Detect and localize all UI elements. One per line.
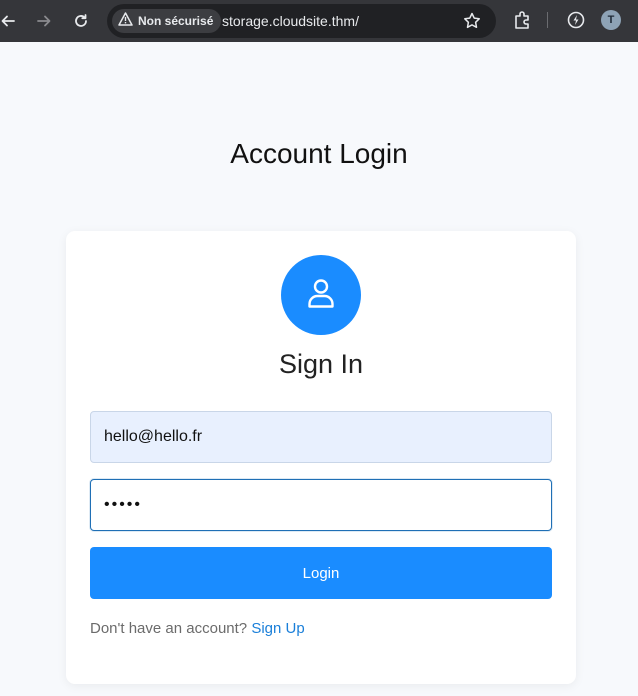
forward-button[interactable] [32, 9, 56, 33]
password-field[interactable] [90, 479, 552, 531]
reload-button[interactable] [69, 9, 93, 33]
back-button[interactable] [0, 9, 20, 33]
signup-prompt-line: Don't have an account? Sign Up [90, 620, 305, 637]
warning-triangle-icon [118, 11, 133, 31]
email-field[interactable] [90, 411, 552, 463]
bookmark-star-icon[interactable] [462, 11, 482, 31]
login-card: Sign In Login Don't have an account? Sig… [66, 231, 576, 684]
reload-icon [73, 13, 89, 29]
address-bar[interactable]: Non sécurisé storage.cloudsite.thm/ [107, 4, 496, 38]
profile-avatar[interactable]: T [601, 10, 621, 30]
signup-link[interactable]: Sign Up [251, 620, 304, 637]
url-text[interactable]: storage.cloudsite.thm/ [222, 4, 359, 38]
arrow-right-icon [36, 13, 52, 29]
arrow-left-icon [0, 13, 16, 29]
sign-in-heading: Sign In [278, 349, 364, 379]
security-label: Non sécurisé [138, 14, 214, 28]
user-icon [306, 277, 336, 314]
browser-toolbar: Non sécurisé storage.cloudsite.thm/ T [0, 0, 638, 42]
page-title: Account Login [230, 138, 408, 169]
login-button[interactable]: Login [90, 547, 552, 599]
toolbar-divider [547, 12, 548, 28]
performance-icon[interactable] [565, 9, 587, 31]
puzzle-icon[interactable] [512, 9, 534, 31]
signup-prompt: Don't have an account? [90, 620, 248, 637]
avatar [281, 255, 361, 335]
page-body: Account Login Sign In Login Don't have a… [0, 42, 638, 696]
security-indicator[interactable]: Non sécurisé [112, 9, 222, 33]
